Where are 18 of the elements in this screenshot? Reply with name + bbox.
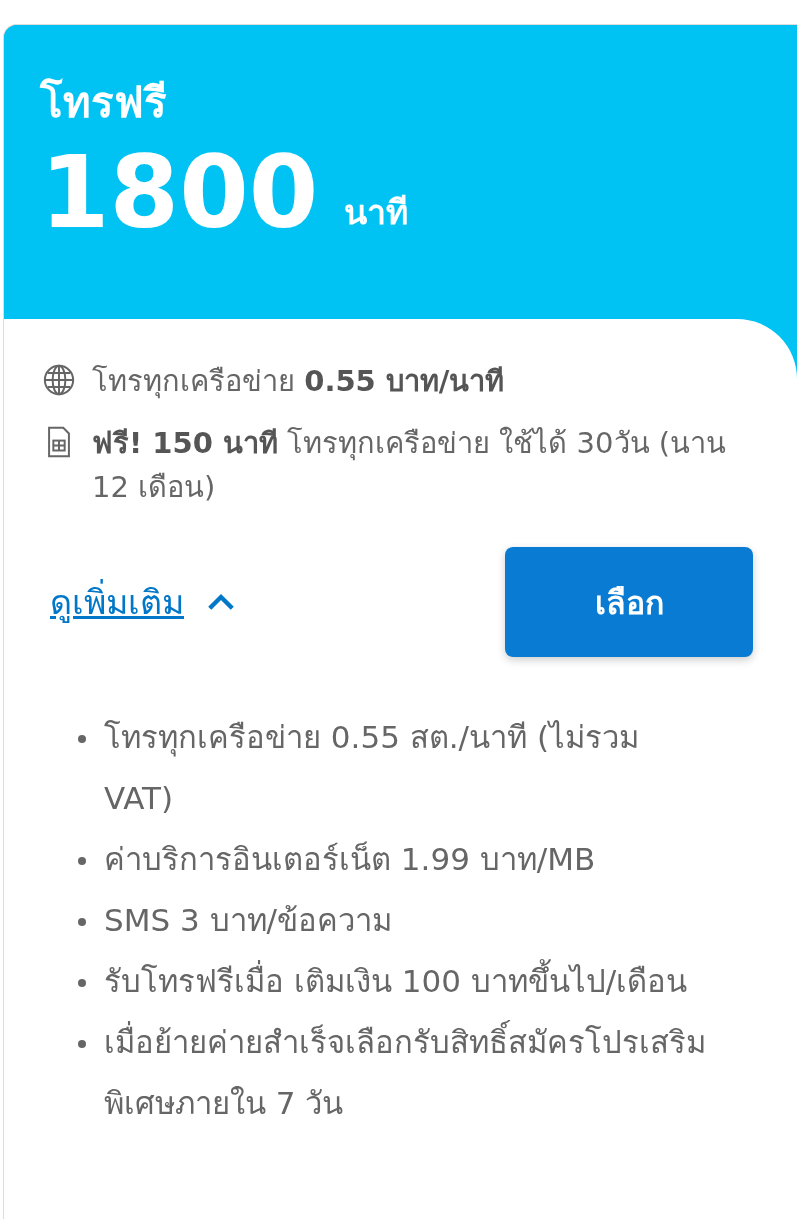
select-button[interactable]: เลือก <box>505 547 753 657</box>
globe-icon <box>42 363 76 397</box>
minutes-unit: นาที <box>344 191 409 234</box>
minutes-amount: 1800 <box>40 143 319 243</box>
see-more-link[interactable]: ดูเพิ่มเติม <box>50 575 240 629</box>
bullet-icon <box>78 857 86 865</box>
detail-text: รับโทรฟรีเมื่อ เติมเงิน 100 บาทขึ้นไป/เดือน <box>104 951 688 1012</box>
detail-text: SMS 3 บาท/ข้อความ <box>104 901 392 940</box>
detail-text: เมื่อย้ายค่ายสำเร็จเลือกรับสิทธิ์สมัครโปรเสริมพิเศษภายใน 7 วัน <box>104 1012 717 1134</box>
bullet-icon <box>78 918 86 926</box>
feature-text: ฟรี! 150 นาที โทรทุกเครือข่าย ใช้ได้ 30วัน (นาน 12 เดือน) <box>92 425 728 506</box>
plan-title: โทรฟรี <box>40 77 168 129</box>
bullet-icon <box>78 735 86 743</box>
feature-text: โทรทุกเครือข่าย 0.55 บาท/นาที <box>92 363 505 401</box>
detail-text: โทรทุกเครือข่าย 0.55 สต./นาที (ไม่รวม VAT) <box>104 718 640 818</box>
bullet-icon <box>78 1040 86 1048</box>
detail-text: ค่าบริการอินเตอร์เน็ต 1.99 บาท/MB <box>104 840 596 879</box>
bullet-icon <box>78 979 86 987</box>
